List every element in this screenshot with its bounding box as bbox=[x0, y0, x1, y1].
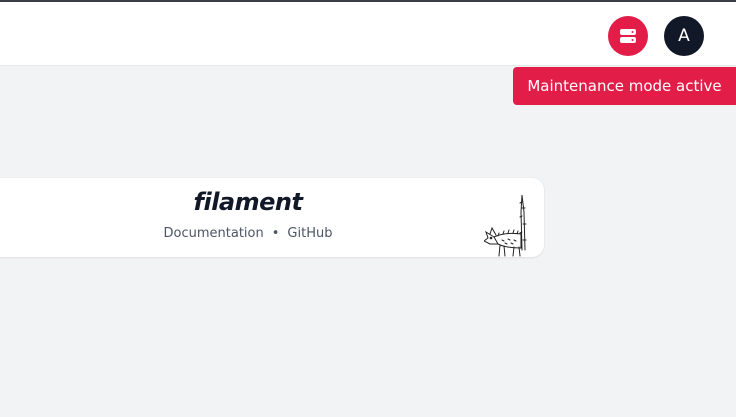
documentation-link[interactable]: Documentation bbox=[164, 226, 264, 241]
footer-links: Documentation • GitHub bbox=[0, 226, 508, 241]
github-link[interactable]: GitHub bbox=[287, 226, 332, 241]
dog-sketch-icon bbox=[484, 194, 527, 257]
top-navbar: A bbox=[0, 2, 736, 66]
footer-card: filament Documentation • GitHub bbox=[0, 178, 544, 257]
filament-brand-logo: filament bbox=[193, 188, 303, 216]
user-avatar[interactable]: A bbox=[664, 16, 704, 56]
link-separator: • bbox=[271, 226, 280, 241]
maintenance-mode-button[interactable] bbox=[608, 16, 648, 56]
maintenance-tooltip: Maintenance mode active bbox=[513, 67, 736, 105]
server-stack-icon bbox=[620, 29, 636, 43]
